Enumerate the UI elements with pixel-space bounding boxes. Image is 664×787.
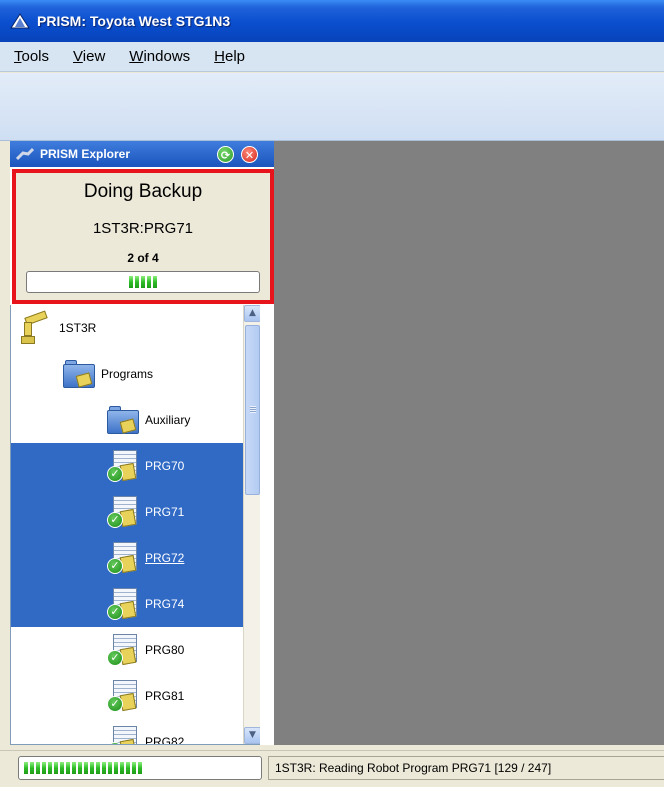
tree-item-label: PRG80 <box>145 643 185 657</box>
tree-item-label: PRG82 <box>145 735 185 745</box>
progress-segment <box>147 276 151 288</box>
progress-segment <box>78 762 82 774</box>
tree-item-auxiliary[interactable]: Auxiliary <box>11 397 243 443</box>
progress-segment <box>30 762 34 774</box>
toolbar <box>0 73 664 141</box>
scroll-thumb[interactable] <box>245 325 260 495</box>
backup-count: 2 of 4 <box>127 251 159 265</box>
progress-segment <box>135 276 139 288</box>
folder-icon <box>61 356 97 392</box>
progress-segment <box>24 762 28 774</box>
tree-item-prg81[interactable]: ✓ PRG81 <box>11 673 243 719</box>
scroll-grip-icon <box>250 406 256 413</box>
workspace-area <box>274 141 664 745</box>
program-check-icon: ✓ <box>105 448 141 484</box>
menu-windows[interactable]: Windows <box>129 48 190 65</box>
tree-item-label: PRG70 <box>145 459 185 473</box>
robot-icon <box>19 310 55 346</box>
status-text: 1ST3R: Reading Robot Program PRG71 [129 … <box>268 756 664 780</box>
refresh-icon[interactable]: ⟳ <box>217 146 234 163</box>
tree-item-prg74[interactable]: ✓ PRG74 <box>11 581 243 627</box>
tree-item-prg72[interactable]: ✓ PRG72 <box>11 535 243 581</box>
menu-view-rest: iew <box>82 48 106 65</box>
menu-tools-mnemonic: T <box>14 48 22 65</box>
scroll-up-button[interactable]: ▲ <box>244 305 260 322</box>
menu-bar: Tools View Windows Help <box>0 42 664 72</box>
close-icon[interactable]: ✕ <box>241 146 258 163</box>
tree-item-label: Auxiliary <box>145 413 191 427</box>
status-progress-bar <box>18 756 262 780</box>
progress-segment <box>60 762 64 774</box>
menu-view[interactable]: View <box>73 48 105 65</box>
progress-segment <box>126 762 130 774</box>
progress-segment <box>72 762 76 774</box>
progress-segment <box>153 276 157 288</box>
program-check-icon: ✓ <box>105 540 141 576</box>
window-title: PRISM: Toyota West STG1N3 <box>37 13 231 29</box>
progress-segment <box>42 762 46 774</box>
progress-segment <box>138 762 142 774</box>
menu-windows-mnemonic: W <box>129 48 144 65</box>
progress-segment <box>132 762 136 774</box>
progress-segment <box>141 276 145 288</box>
explorer-header: PRISM Explorer ⟳ ✕ <box>10 141 274 167</box>
title-bar[interactable]: PRISM: Toyota West STG1N3 <box>0 0 664 42</box>
tree-item-label: PRG74 <box>145 597 185 611</box>
backup-heading: Doing Backup <box>83 181 203 202</box>
scroll-down-button[interactable]: ▼ <box>244 727 260 744</box>
app-window: PRISM: Toyota West STG1N3 Tools View Win… <box>0 0 664 787</box>
menu-windows-rest: indows <box>143 48 191 65</box>
tree-item-label: PRG81 <box>145 689 185 703</box>
progress-segment <box>120 762 124 774</box>
explorer-tree: 1ST3R Programs Auxiliary ✓ PRG70 ✓ PRG71 ✓ PRG72… <box>10 305 260 745</box>
tree-scrollbar[interactable]: ▲ ▼ <box>243 305 260 744</box>
tree-item-label: 1ST3R <box>59 321 97 335</box>
progress-segment <box>90 762 94 774</box>
progress-segment <box>108 762 112 774</box>
prism-app-icon <box>10 13 30 29</box>
tree-item-label: PRG72 <box>145 551 185 565</box>
backup-progress-bar <box>26 271 260 293</box>
menu-help-mnemonic: H <box>214 48 225 65</box>
backup-progress-fill <box>129 276 159 288</box>
tree-item-prg71[interactable]: ✓ PRG71 <box>11 489 243 535</box>
tree-item-prg82[interactable]: ✓ PRG82 <box>11 719 243 745</box>
progress-segment <box>54 762 58 774</box>
progress-segment <box>114 762 118 774</box>
program-check-icon: ✓ <box>105 586 141 622</box>
tree-item-1st3r[interactable]: 1ST3R <box>11 305 243 351</box>
backup-status-box: Doing Backup 1ST3R:PRG71 2 of 4 <box>12 169 274 304</box>
tree-item-prg70[interactable]: ✓ PRG70 <box>11 443 243 489</box>
tree-item-label: PRG71 <box>145 505 185 519</box>
program-check-icon: ✓ <box>105 678 141 714</box>
tree-item-prg80[interactable]: ✓ PRG80 <box>11 627 243 673</box>
menu-help[interactable]: Help <box>214 48 245 65</box>
menu-help-rest: elp <box>225 48 246 65</box>
progress-segment <box>84 762 88 774</box>
progress-segment <box>102 762 106 774</box>
progress-segment <box>66 762 70 774</box>
explorer-title: PRISM Explorer <box>40 147 131 161</box>
backup-target: 1ST3R:PRG71 <box>92 220 194 237</box>
program-check-icon: ✓ <box>105 494 141 530</box>
menu-view-mnemonic: V <box>73 48 83 65</box>
menu-tools-rest: ools <box>21 48 50 65</box>
progress-segment <box>96 762 100 774</box>
progress-segment <box>36 762 40 774</box>
menu-tools[interactable]: Tools <box>14 48 49 65</box>
tree-item-label: Programs <box>101 367 154 381</box>
tree-item-programs[interactable]: Programs <box>11 351 243 397</box>
status-progress-fill <box>24 762 144 774</box>
progress-segment <box>48 762 52 774</box>
status-bar: 1ST3R: Reading Robot Program PRG71 [129 … <box>0 750 664 787</box>
robot-arm-icon <box>15 147 35 161</box>
program-check-icon: ✓ <box>105 632 141 668</box>
progress-segment <box>129 276 133 288</box>
program-check-icon: ✓ <box>105 724 141 744</box>
folder-icon <box>105 402 141 438</box>
